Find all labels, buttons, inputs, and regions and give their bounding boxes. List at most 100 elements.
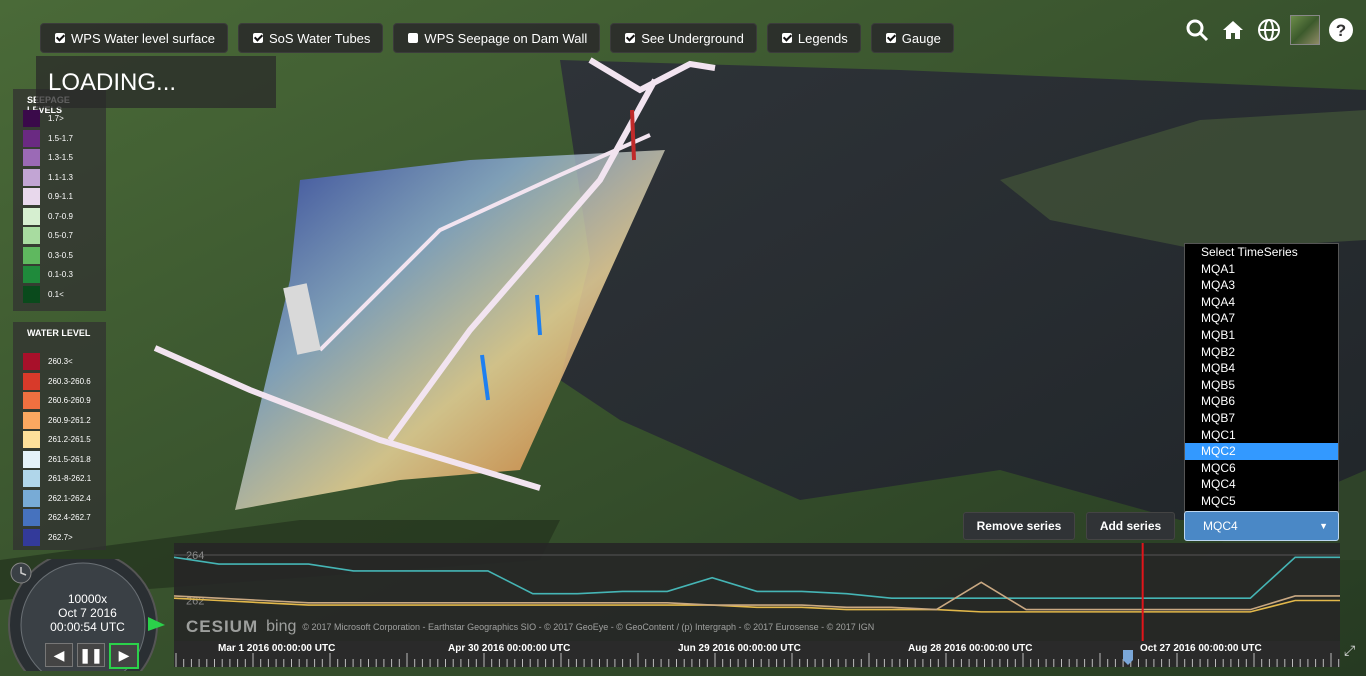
timeseries-option[interactable]: Select TimeSeries [1185, 244, 1338, 261]
legend-swatch [23, 353, 40, 371]
legend-row: 260.6-260.9 [13, 391, 106, 411]
search-icon[interactable] [1182, 16, 1212, 44]
bing-logo: bing [266, 618, 297, 635]
legend-label: 262.7> [48, 532, 73, 542]
legend-label: 1.7> [48, 114, 64, 124]
timeseries-option[interactable]: MQB2 [1185, 344, 1338, 361]
legend-swatch [23, 266, 40, 284]
timeseries-option[interactable]: MQB7 [1185, 410, 1338, 427]
toggle-sos-water-tubes[interactable]: SoS Water Tubes [238, 23, 384, 53]
legend-row: 0.7-0.9 [13, 207, 106, 227]
play-reverse-button[interactable]: ◀ [45, 643, 73, 667]
legend-row: 1.5-1.7 [13, 129, 106, 149]
legend-row: 0.5-0.7 [13, 226, 106, 246]
legend-swatch [23, 470, 40, 488]
navigation-toolbar: ? [1176, 15, 1356, 45]
checkbox[interactable] [781, 33, 792, 43]
timeline-label: Oct 27 2016 00:00:00 UTC [1140, 643, 1262, 654]
legend-label: 0.1< [48, 289, 64, 299]
legend-swatch [23, 411, 40, 429]
animation-speed: 10000x [67, 592, 108, 606]
play-button[interactable]: ▶ [109, 643, 139, 669]
legend-swatch [23, 285, 40, 303]
legend-label: 262.4-262.7 [48, 513, 91, 523]
imagery-icon[interactable] [1290, 15, 1320, 45]
legend-label: 261.5-261.8 [48, 454, 91, 464]
svg-text:?: ? [1336, 21, 1346, 40]
timeseries-option[interactable]: MQB5 [1185, 377, 1338, 394]
globe-icon[interactable] [1254, 16, 1284, 44]
checkbox[interactable] [885, 33, 896, 43]
legend-swatch [23, 392, 40, 410]
legend-row: 262.7> [13, 528, 106, 548]
animation-readout: 10000x Oct 7 2016 00:00:54 UTC [5, 592, 170, 634]
legend-swatch [23, 528, 40, 546]
timeseries-option[interactable]: MQA4 [1185, 294, 1338, 311]
series-line-0 [173, 556, 1340, 600]
legend-swatch [23, 188, 40, 206]
legend-row: 262.1-262.4 [13, 489, 106, 509]
timeseries-option[interactable]: MQC1 [1185, 427, 1338, 444]
timeseries-option[interactable]: MQC6 [1185, 460, 1338, 477]
checkbox[interactable] [625, 33, 636, 43]
timeline-needle-icon[interactable] [1123, 650, 1133, 665]
toggle-see-underground[interactable]: See Underground [610, 23, 757, 53]
pause-button[interactable]: ❚❚ [77, 643, 105, 667]
toggle-label: SoS Water Tubes [269, 30, 371, 46]
timeseries-option[interactable]: MQB4 [1185, 360, 1338, 377]
legend-row: 262.4-262.7 [13, 508, 106, 528]
legend-label: 262.1-262.4 [48, 493, 91, 503]
timeseries-option[interactable]: MQC5 [1185, 493, 1338, 510]
toggle-wps-seepage-on-dam-wall[interactable]: WPS Seepage on Dam Wall [393, 23, 601, 53]
legend-swatch [23, 509, 40, 527]
toggle-legends[interactable]: Legends [766, 23, 861, 53]
legend-label: 0.9-1.1 [48, 192, 73, 202]
remove-series-button[interactable]: Remove series [963, 512, 1075, 540]
credits: CESIUM bing © 2017 Microsoft Corporation… [186, 617, 874, 637]
timeseries-option[interactable]: MQB1 [1185, 327, 1338, 344]
timeseries-options-list: Select TimeSeries MQA1 MQA3 MQA4 MQA7 MQB1 MQB… [1184, 243, 1339, 512]
timeline-label: Mar 1 2016 00:00:00 UTC [218, 643, 335, 654]
animation-time: 00:00:54 UTC [50, 620, 125, 634]
toggle-label: Gauge [901, 30, 941, 46]
timeseries-option[interactable]: MQA1 [1185, 261, 1338, 278]
timeline[interactable]: Mar 1 2016 00:00:00 UTC Apr 30 2016 00:00… [174, 641, 1340, 667]
help-icon[interactable]: ? [1326, 16, 1356, 44]
legend-label: 0.7-0.9 [48, 211, 73, 221]
checkbox[interactable] [408, 33, 419, 43]
fullscreen-icon[interactable]: ⤢ [1344, 642, 1355, 659]
legend-label: 260.3< [48, 357, 73, 367]
home-icon[interactable] [1218, 16, 1248, 44]
timeseries-option[interactable]: MQB6 [1185, 393, 1338, 410]
legend-swatch [23, 372, 40, 390]
timeseries-option[interactable]: MQC4 [1185, 476, 1338, 493]
credits-text: © 2017 Microsoft Corporation - Earthstar… [302, 622, 875, 632]
legend-swatch [23, 168, 40, 186]
checkbox[interactable] [253, 33, 264, 43]
toggle-wps-water-level-surface[interactable]: WPS Water level surface [40, 23, 229, 53]
timeline-ticks: Mar 1 2016 00:00:00 UTC Apr 30 2016 00:00… [175, 643, 1340, 667]
legend-row: 0.9-1.1 [13, 187, 106, 207]
toggle-label: Legends [797, 30, 848, 46]
timeseries-select[interactable]: MQC4 ▼ [1184, 511, 1339, 541]
legend-label: 260.3-260.6 [48, 376, 91, 386]
toggle-label: WPS Seepage on Dam Wall [424, 30, 588, 46]
timeline-label: Jun 29 2016 00:00:00 UTC [678, 643, 801, 654]
toggle-gauge[interactable]: Gauge [870, 23, 954, 53]
legend-row: 261.5-261.8 [13, 450, 106, 470]
legend-row: 0.3-0.5 [13, 246, 106, 266]
legend-swatch [23, 227, 40, 245]
timeseries-option[interactable]: MQA3 [1185, 277, 1338, 294]
legend-label: 0.3-0.5 [48, 250, 73, 260]
legend-swatch [23, 431, 40, 449]
water-level-legend-rows: 260.3< 260.3-260.6 260.6-260.9 260.9-261.2 2… [13, 346, 106, 547]
add-series-button[interactable]: Add series [1086, 512, 1175, 540]
water-level-legend: WATER LEVEL 260.3< 260.3-260.6 260.6-260.9… [13, 322, 106, 550]
timeseries-option[interactable]: MQA7 [1185, 310, 1338, 327]
toggle-label: WPS Water level surface [71, 30, 216, 46]
checkbox[interactable] [55, 33, 65, 43]
timeline-label: Apr 30 2016 00:00:00 UTC [448, 643, 570, 654]
animation-widget: 10000x Oct 7 2016 00:00:54 UTC ◀ ❚❚ ▶ [5, 550, 170, 676]
timeseries-option[interactable]: MQC2 [1185, 443, 1338, 460]
animation-date: Oct 7 2016 [58, 606, 117, 620]
